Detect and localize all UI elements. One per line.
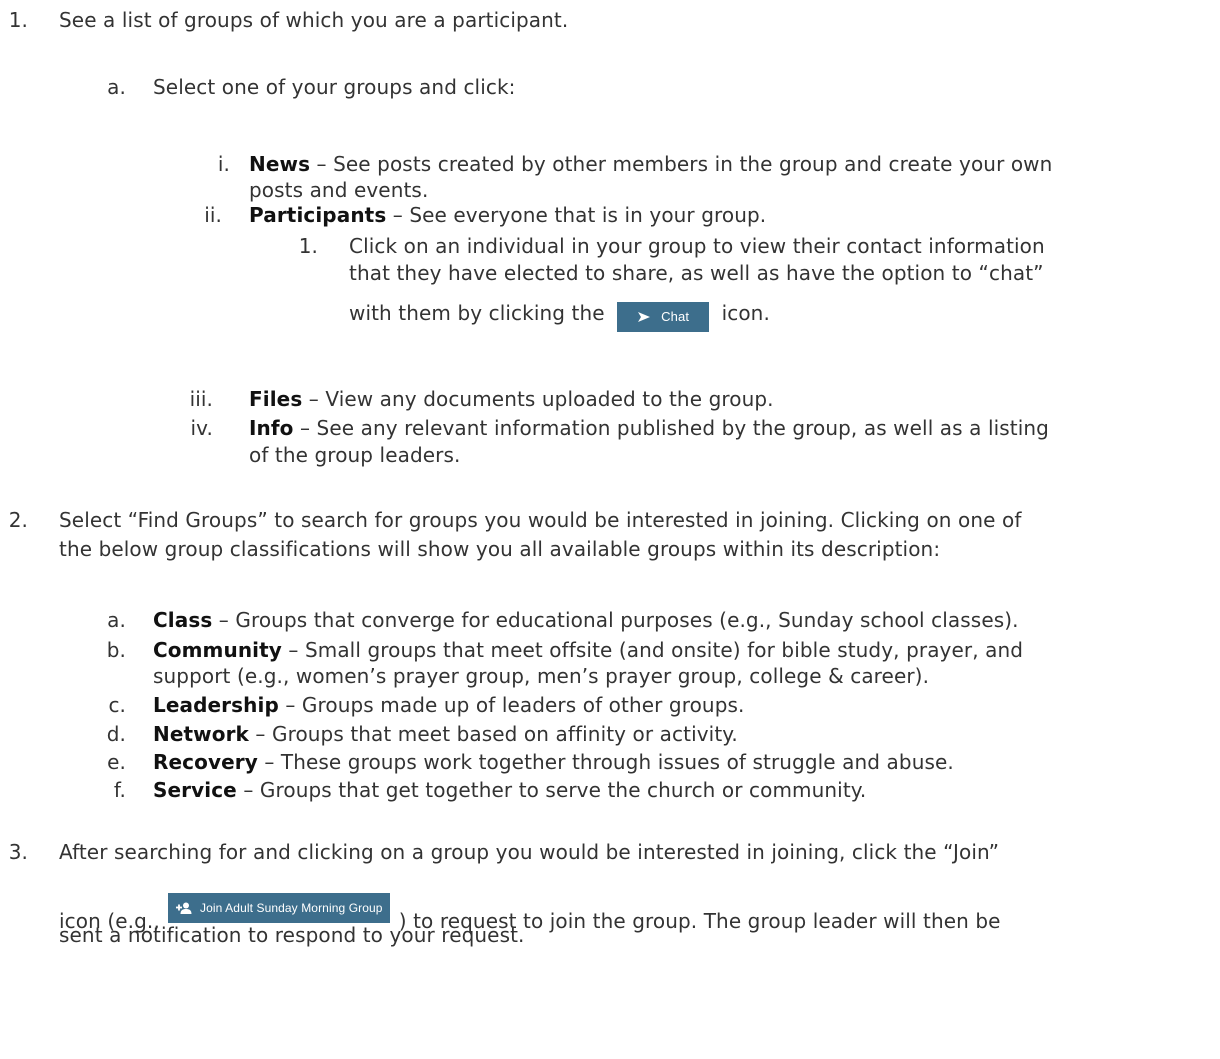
list-item-text: – View any documents uploaded to the gro… [302, 387, 774, 411]
list-item-text: Click on an individual in your group to … [349, 234, 1045, 258]
list-number: c. [108, 693, 126, 717]
list-item-text: – Groups that converge for educational p… [212, 608, 1019, 632]
term-leadership: Leadership [153, 693, 279, 717]
list-number: a. [107, 608, 126, 632]
term-participants: Participants [249, 203, 387, 227]
list-item: Files – View any documents uploaded to t… [249, 385, 774, 413]
list-number: 3. [8, 840, 28, 864]
list-item: with them by clicking the Chat icon. [349, 299, 770, 332]
list-item-text: After searching for and clicking on a gr… [59, 840, 1000, 864]
join-button-label: Join Adult Sunday Morning Group [200, 901, 383, 915]
chat-button-label: Chat [661, 309, 690, 324]
list-item-text: See a list of groups of which you are a … [59, 8, 569, 32]
term-class: Class [153, 608, 213, 632]
list-number: iii. [189, 387, 213, 411]
list-item: Participants – See everyone that is in y… [249, 201, 766, 229]
term-files: Files [249, 387, 303, 411]
list-item-text: sent a notification to respond to your r… [59, 923, 525, 947]
list-number: b. [106, 638, 126, 662]
list-item-text: – Groups made up of leaders of other gro… [278, 693, 745, 717]
list-item-text: that they have elected to share, as well… [349, 261, 1044, 285]
list-item: Community – Small groups that meet offsi… [153, 636, 1023, 664]
term-recovery: Recovery [153, 750, 258, 774]
list-item: Network – Groups that meet based on affi… [153, 720, 738, 748]
list-item: Leadership – Groups made up of leaders o… [153, 691, 744, 719]
list-item-text: support (e.g., women’s prayer group, men… [153, 664, 930, 688]
list-number: 1. [8, 8, 28, 32]
list-number: i. [217, 152, 230, 176]
list-number: d. [106, 722, 126, 746]
list-item-text: the below group classifications will sho… [59, 537, 941, 561]
list-item-text: with them by clicking the [349, 301, 605, 325]
list-number: a. [107, 75, 126, 99]
chat-button[interactable]: Chat [617, 302, 710, 332]
list-item-text: – Groups that meet based on affinity or … [248, 722, 738, 746]
list-item: Recovery – These groups work together th… [153, 748, 954, 776]
term-service: Service [153, 778, 237, 802]
list-item-text: posts and events. [249, 178, 429, 202]
list-number: f. [113, 778, 126, 802]
list-number: 2. [8, 508, 28, 532]
list-number: 1. [298, 234, 318, 258]
add-user-icon [176, 902, 192, 914]
list-item: Class – Groups that converge for educati… [153, 606, 1019, 634]
list-item-text: of the group leaders. [249, 443, 461, 467]
list-item-text: – These groups work together through iss… [257, 750, 954, 774]
term-network: Network [153, 722, 249, 746]
list-number: ii. [204, 203, 222, 227]
list-item-text: – Groups that get together to serve the … [236, 778, 867, 802]
list-item: News – See posts created by other member… [249, 150, 1052, 178]
list-item-text: Select “Find Groups” to search for group… [59, 508, 1022, 532]
send-arrow-icon [637, 311, 651, 323]
term-community: Community [153, 638, 282, 662]
list-item: Info – See any relevant information publ… [249, 414, 1049, 442]
list-item-text: – See any relevant information published… [293, 416, 1049, 440]
list-item: Service – Groups that get together to se… [153, 776, 866, 804]
term-news: News [249, 152, 311, 176]
list-item-text: – See everyone that is in your group. [386, 203, 767, 227]
list-item-text: icon. [721, 301, 770, 325]
list-number: e. [107, 750, 126, 774]
list-item-text: – Small groups that meet offsite (and on… [281, 638, 1024, 662]
term-info: Info [249, 416, 294, 440]
list-number: iv. [190, 416, 213, 440]
join-group-button[interactable]: Join Adult Sunday Morning Group [168, 893, 391, 923]
list-item-text: – See posts created by other members in … [310, 152, 1053, 176]
list-item-text: Select one of your groups and click: [153, 75, 516, 99]
